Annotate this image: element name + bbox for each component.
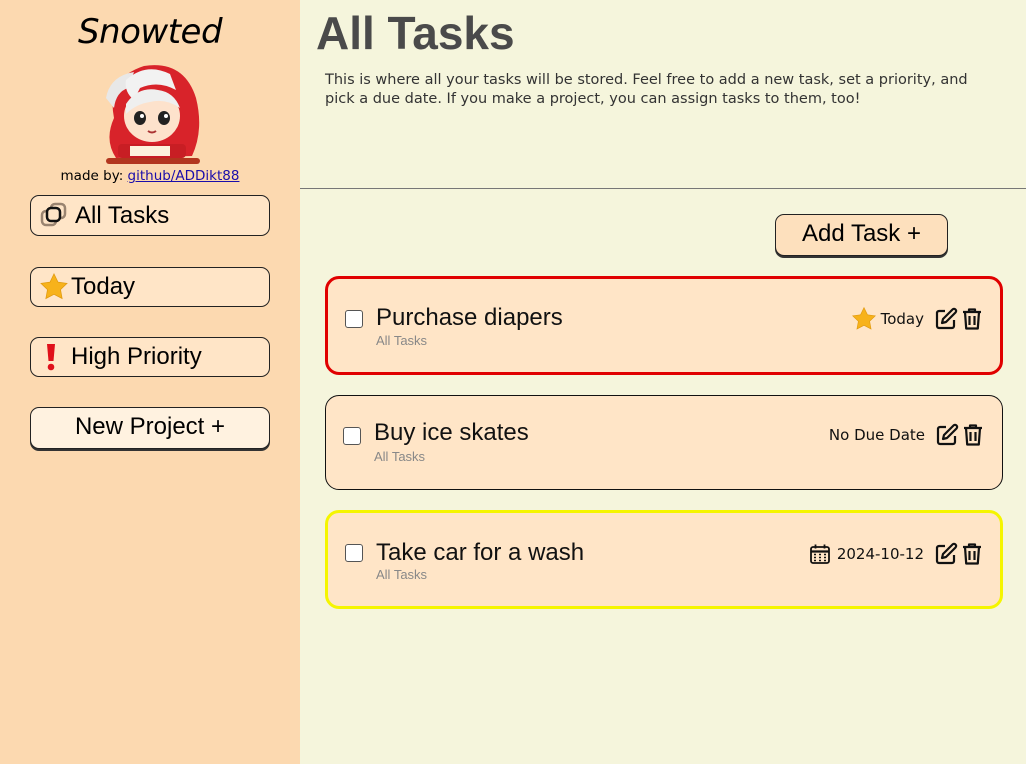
avatar [106,65,200,164]
trash-icon[interactable] [960,542,984,566]
credit: made by: github/ADDikt88 [0,168,300,184]
page-title: All Tasks [316,7,515,59]
edit-icon[interactable] [934,307,958,331]
task-project: All Tasks [376,567,428,582]
app-title: Snowted [77,12,223,52]
divider [300,188,1026,189]
exclamation-icon [37,340,65,374]
nav-label: All Tasks [75,201,170,229]
add-task-button[interactable]: Add Task + [775,214,948,256]
task-card: Take car for a wash All Tasks 2024-10-12 [325,510,1003,609]
nav-label: Today [71,273,136,300]
calendar-icon [807,541,833,567]
sidebar: Snowted made by: github/ADDikt88 All Tas… [0,0,300,764]
edit-icon[interactable] [935,423,959,447]
task-name: Purchase diapers [376,304,563,331]
task-card: Buy ice skates All Tasks No Due Date [325,395,1003,490]
task-due-date: Today [880,310,924,328]
trash-icon[interactable] [961,423,985,447]
task-due-date: 2024-10-12 [836,545,924,563]
page-description: This is where all your tasks will be sto… [325,72,968,107]
credit-link[interactable]: github/ADDikt88 [128,168,240,184]
task-due-date: No Due Date [828,426,925,444]
task-checkbox[interactable] [345,544,363,562]
star-icon [37,270,71,304]
star-icon [851,306,877,332]
trash-icon[interactable] [960,307,984,331]
new-project-button[interactable]: New Project + [30,407,270,449]
task-name: Buy ice skates [374,419,529,446]
nav-today[interactable]: Today [30,267,270,307]
task-project: All Tasks [374,449,426,464]
task-checkbox[interactable] [343,427,361,445]
nav-all-tasks[interactable]: All Tasks [30,195,270,236]
nav-label: High Priority [71,343,202,370]
edit-icon[interactable] [934,542,958,566]
task-checkbox[interactable] [345,310,363,328]
task-card: Purchase diapers All Tasks Today [325,276,1003,375]
task-project: All Tasks [376,333,428,348]
task-name: Take car for a wash [376,539,585,566]
credit-prefix: made by: [60,168,124,184]
nav-high-priority[interactable]: High Priority [30,337,270,377]
overlapping-squares-icon [37,199,71,233]
